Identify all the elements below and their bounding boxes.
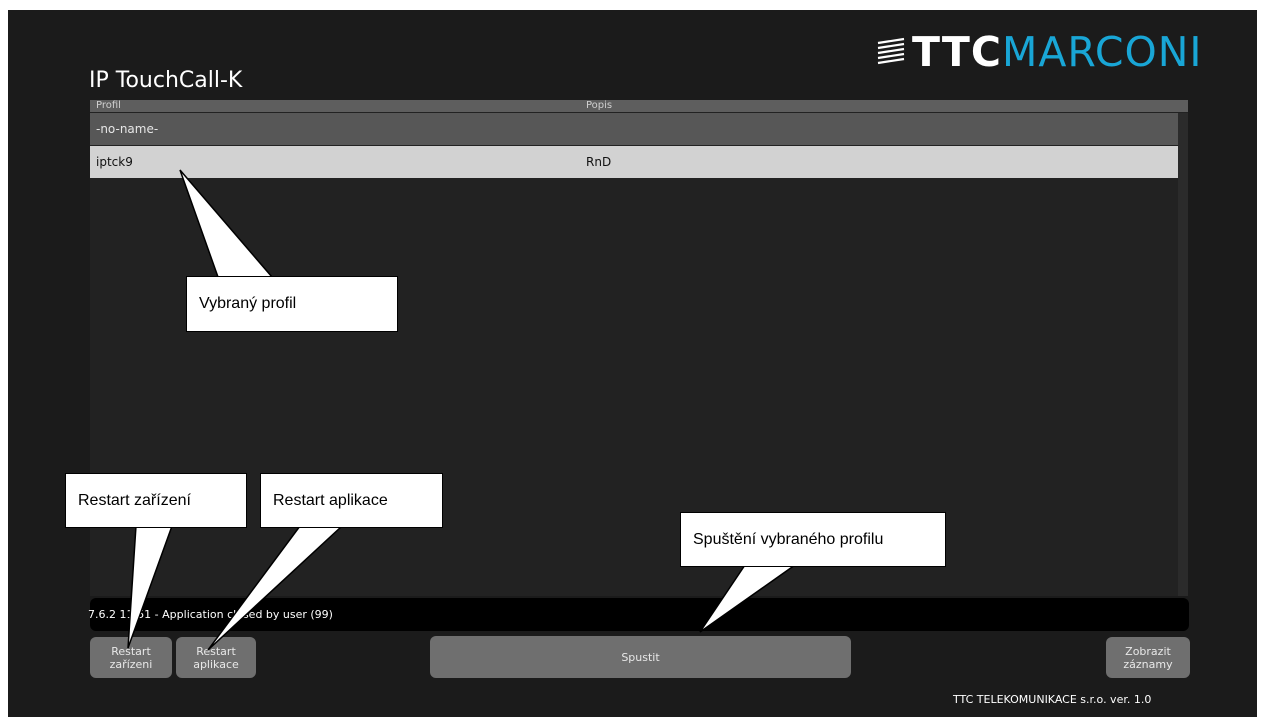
restart-device-button[interactable]: Restart zařízeni <box>90 637 172 678</box>
table-header: Profil Popis <box>90 100 1188 112</box>
column-header-popis: Popis <box>586 100 613 111</box>
column-header-profil: Profil <box>96 100 121 111</box>
status-text: 7.6.2 11:51 - Application closed by user… <box>88 608 333 621</box>
scrollbar[interactable] <box>1178 113 1188 596</box>
profile-table: Profil Popis -no-name- iptck9 RnD <box>90 100 1188 596</box>
cell-popis: RnD <box>586 155 612 169</box>
callout-restart-device: Restart zařízení <box>65 473 247 528</box>
callout-restart-app-text: Restart aplikace <box>273 491 388 509</box>
callout-start-profile: Spuštění vybraného profilu <box>680 512 946 567</box>
callout-selected-profile-text: Vybraný profil <box>199 295 297 312</box>
logo-stripes-icon <box>877 37 905 65</box>
logo-ttc-text: TTC <box>912 28 1002 76</box>
callout-restart-app: Restart aplikace <box>260 473 443 528</box>
footer-version: TTC TELEKOMUNIKACE s.r.o. ver. 1.0 <box>953 693 1152 706</box>
table-row-selected[interactable]: iptck9 RnD <box>90 146 1178 178</box>
cell-profil: iptck9 <box>96 155 133 169</box>
table-row[interactable]: -no-name- <box>90 113 1178 145</box>
logo-marconi-text: MARCONI <box>1001 28 1203 76</box>
callout-selected-profile: Vybraný profil <box>186 276 398 332</box>
status-bar: 7.6.2 11:51 - Application closed by user… <box>88 598 1189 631</box>
cell-profil: -no-name- <box>96 122 159 136</box>
restart-app-button[interactable]: Restart aplikace <box>176 637 256 678</box>
callout-restart-device-text: Restart zařízení <box>78 491 191 509</box>
callout-start-profile-text: Spuštění vybraného profilu <box>693 530 884 548</box>
app-title: IP TouchCall-K <box>89 68 243 93</box>
show-records-button[interactable]: Zobrazit záznamy <box>1106 637 1190 678</box>
start-button[interactable]: Spustit <box>430 636 851 678</box>
ttc-marconi-logo: TTC MARCONI <box>876 28 1203 76</box>
